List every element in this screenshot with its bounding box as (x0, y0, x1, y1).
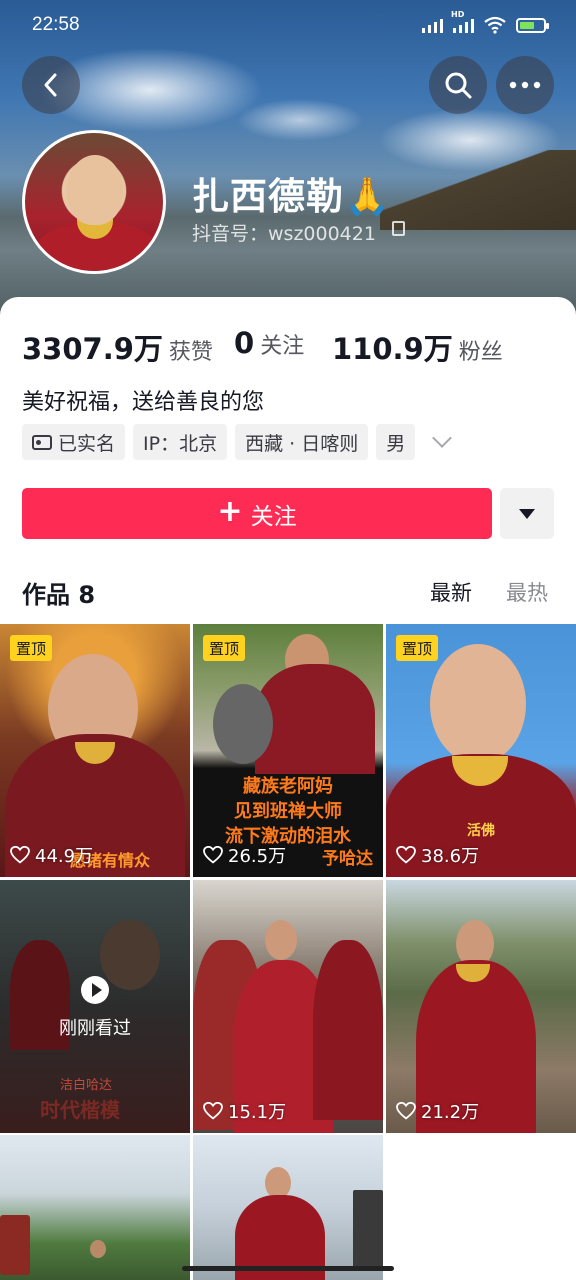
likes-value: 44.9万 (35, 846, 94, 867)
video-tile-watched[interactable]: 刚刚看过 洁白哈达 时代楷模 (0, 880, 190, 1133)
copy-icon[interactable] (392, 221, 405, 236)
wifi-icon (484, 16, 506, 34)
network-label: HD (451, 10, 465, 19)
tag-ip: IP：北京 (133, 424, 228, 460)
tag-verified-label: 已实名 (58, 432, 116, 455)
likes-count: 3307.9万 (22, 332, 163, 366)
pinned-badge: 置顶 (396, 635, 439, 661)
followers-label: 粉丝 (458, 340, 503, 365)
likes-value: 21.2万 (421, 1102, 480, 1123)
video-tile[interactable] (193, 1135, 383, 1280)
followers-count: 110.9万 (332, 332, 453, 366)
heart-icon (203, 1102, 223, 1120)
video-likes: 38.6万 (396, 842, 479, 868)
following-count: 0 (234, 326, 255, 360)
pinned-badge: 置顶 (10, 635, 53, 661)
video-tile[interactable]: 21.2万 (386, 880, 576, 1133)
douyin-id: 抖音号：wsz000421 (192, 223, 376, 245)
recently-watched-label: 刚刚看过 (59, 1018, 131, 1039)
tag-location: 西藏 · 日喀则 (235, 424, 369, 460)
profile-tags: 已实名 IP：北京 西藏 · 日喀则 男 (22, 424, 453, 460)
pinned-badge: 置顶 (203, 635, 246, 661)
video-caption: 时代楷模 (40, 1098, 120, 1122)
stat-following[interactable]: 0 关注 (234, 326, 304, 360)
heart-icon (10, 846, 30, 864)
video-likes: 26.5万 (203, 842, 286, 868)
avatar[interactable] (22, 130, 166, 274)
sort-latest-tab[interactable]: 最新 (430, 577, 472, 607)
following-label: 关注 (260, 334, 305, 359)
likes-value: 15.1万 (228, 1102, 287, 1123)
status-time: 22:58 (32, 14, 80, 35)
video-likes: 44.9万 (10, 842, 93, 868)
video-caption: 活佛 (467, 823, 495, 839)
tag-verified: 已实名 (22, 424, 126, 460)
heart-icon (203, 846, 223, 864)
heart-icon (396, 1102, 416, 1120)
caption-line: 藏族老阿妈 (243, 776, 333, 797)
follow-dropdown-button[interactable] (500, 488, 554, 539)
battery-icon (516, 17, 549, 33)
tag-gender: 男 (376, 424, 416, 460)
search-button[interactable] (429, 56, 487, 114)
likes-value: 26.5万 (228, 846, 287, 867)
id-card-icon (32, 434, 52, 450)
video-tile[interactable]: 置顶 愿诸有情众 44.9万 (0, 624, 190, 877)
video-likes: 21.2万 (396, 1098, 479, 1124)
more-options-button[interactable] (496, 56, 554, 114)
stat-likes: 3307.9万 获赞 (22, 326, 213, 368)
signal-hd-icon: HD (451, 10, 474, 33)
triangle-down-icon (519, 508, 535, 519)
stat-followers[interactable]: 110.9万 粉丝 (332, 326, 503, 368)
more-dots-icon (509, 81, 541, 89)
likes-value: 38.6万 (421, 846, 480, 867)
caption-small: 洁白哈达 (60, 1078, 113, 1093)
signal-icon (422, 17, 443, 33)
status-bar: 22:58 HD (0, 0, 576, 52)
profile-bio: 美好祝福，送给善良的您 (22, 390, 265, 415)
back-button[interactable] (22, 56, 80, 114)
likes-label: 获赞 (168, 340, 213, 365)
chevron-down-icon[interactable] (432, 428, 453, 448)
recently-watched: 刚刚看过 (0, 976, 190, 1040)
status-icons: HD (422, 10, 549, 34)
video-tile[interactable]: 15.1万 (193, 880, 383, 1133)
profile-name: 扎西德勒🙏 (192, 175, 392, 218)
follow-label: 关注 (250, 503, 297, 530)
video-tile[interactable]: 置顶 藏族老阿妈 见到班禅大师 流下激动的泪水 予哈达 26.5万 (193, 624, 383, 877)
chevron-left-icon (44, 73, 57, 97)
sort-hot-tab[interactable]: 最热 (506, 577, 548, 607)
video-caption-block: 藏族老阿妈 见到班禅大师 流下激动的泪水 (193, 774, 383, 849)
works-title: 作品 8 (22, 581, 96, 609)
plus-icon: + (217, 494, 243, 529)
play-icon (81, 976, 109, 1004)
search-icon (445, 72, 472, 99)
caption-line: 见到班禅大师 (234, 801, 342, 822)
home-indicator[interactable] (182, 1266, 394, 1271)
heart-icon (396, 846, 416, 864)
video-tile[interactable]: 置顶 活佛 38.6万 (386, 624, 576, 877)
video-tile[interactable] (0, 1135, 190, 1280)
follow-button[interactable]: + 关注 (22, 488, 492, 539)
cover-mountain (380, 150, 576, 230)
video-likes: 15.1万 (203, 1098, 286, 1124)
